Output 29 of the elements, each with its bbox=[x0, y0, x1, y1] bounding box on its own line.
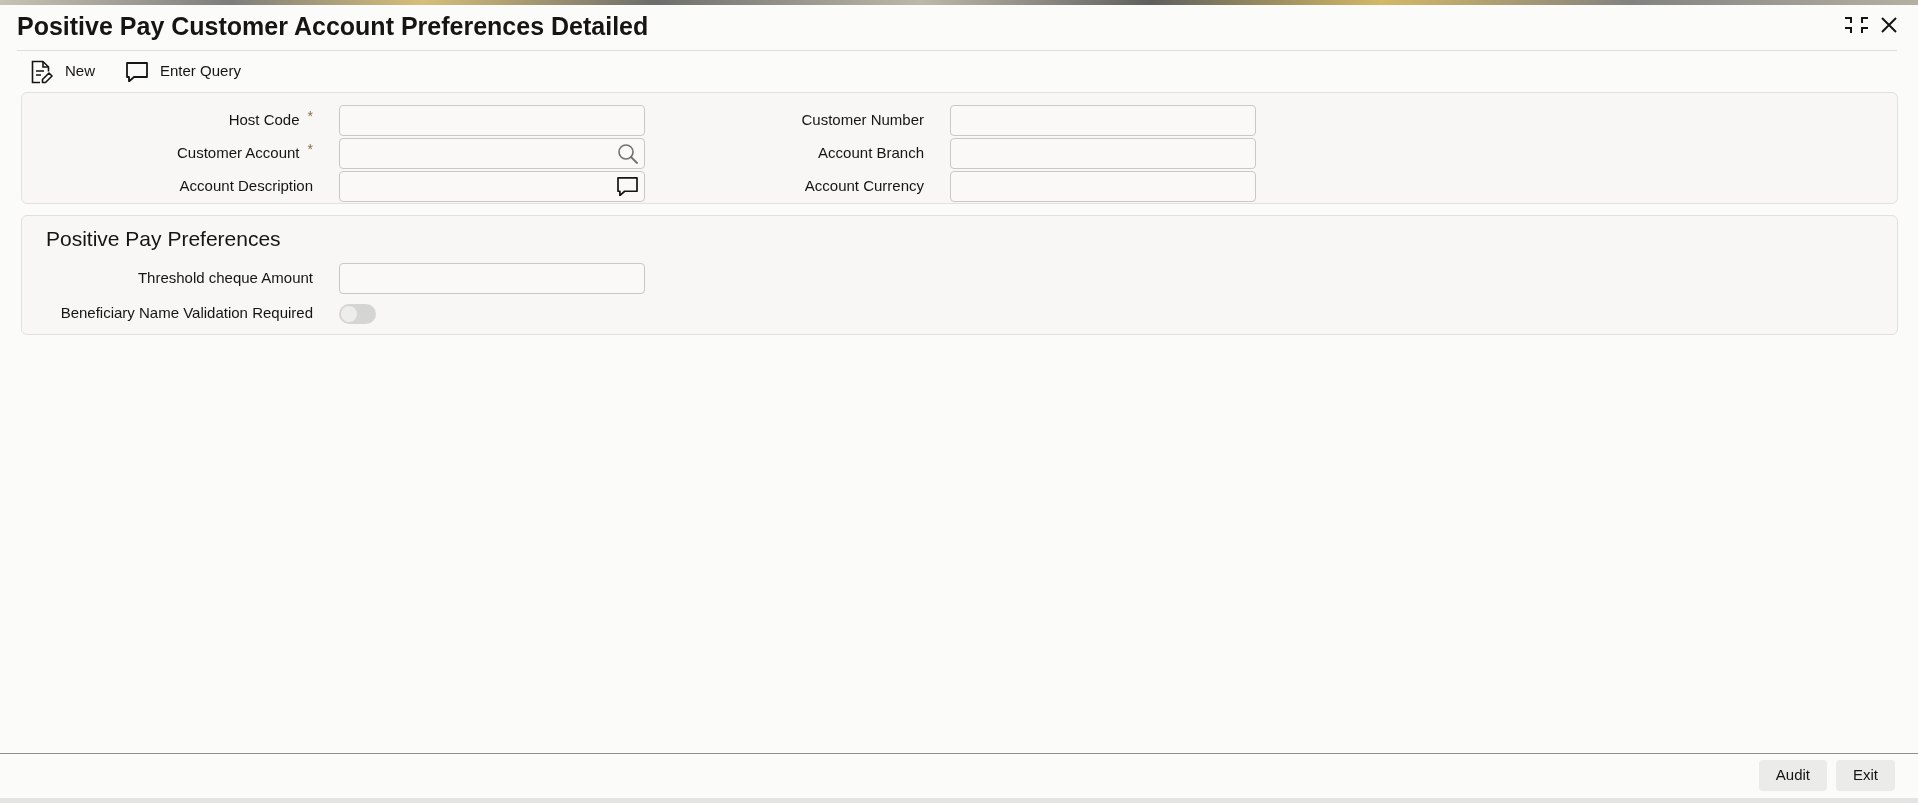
field-label: Account Description bbox=[179, 176, 313, 197]
field-label: Customer Number bbox=[801, 110, 924, 131]
document-edit-icon bbox=[29, 59, 53, 84]
footer-button[interactable]: Audit bbox=[1758, 760, 1827, 791]
field-label: Account Branch bbox=[818, 143, 924, 164]
toggle-switch[interactable] bbox=[339, 303, 376, 324]
new-button[interactable]: New bbox=[29, 59, 95, 84]
input-field[interactable] bbox=[339, 105, 645, 136]
input-field[interactable] bbox=[339, 171, 645, 202]
required-mark: * bbox=[307, 141, 313, 156]
field-label: Beneficiary Name Validation Required bbox=[60, 303, 313, 324]
speech-bubble-icon bbox=[126, 61, 148, 82]
input-field[interactable] bbox=[950, 105, 1256, 136]
field-label: Customer Account bbox=[177, 143, 300, 164]
footer-button[interactable]: Exit bbox=[1836, 760, 1895, 791]
enter-query-button[interactable]: Enter Query bbox=[126, 60, 241, 83]
close-icon[interactable] bbox=[1881, 16, 1897, 33]
field-label: Host Code bbox=[228, 110, 300, 131]
search-icon[interactable] bbox=[617, 143, 638, 164]
window-title: Positive Pay Customer Account Preferences Detailed bbox=[17, 10, 649, 41]
input-field[interactable] bbox=[339, 138, 645, 169]
speech-bubble-icon[interactable] bbox=[617, 177, 638, 196]
section-heading: Positive Pay Preferences bbox=[45, 226, 282, 252]
required-mark: * bbox=[307, 108, 313, 123]
input-field[interactable] bbox=[950, 171, 1256, 202]
field-label: Account Currency bbox=[804, 176, 924, 197]
input-field[interactable] bbox=[339, 263, 645, 294]
input-field[interactable] bbox=[950, 138, 1256, 169]
field-label: Threshold cheque Amount bbox=[137, 268, 313, 289]
